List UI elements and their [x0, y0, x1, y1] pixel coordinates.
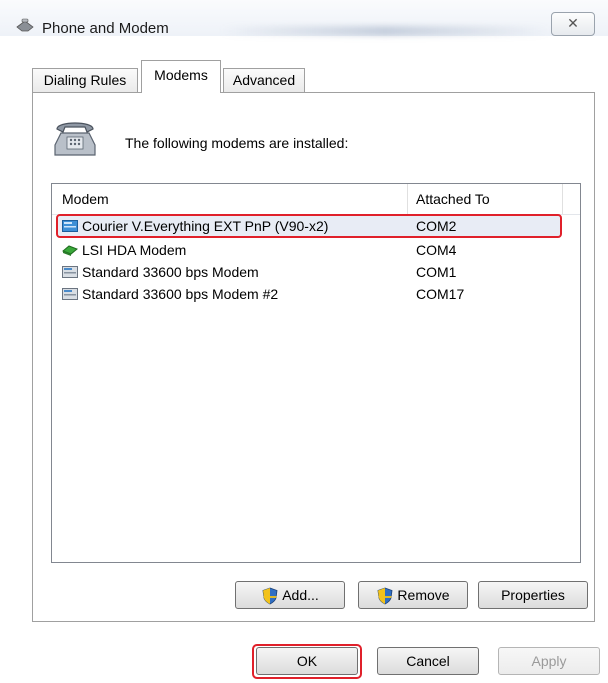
tab-advanced[interactable]: Advanced [223, 68, 305, 92]
ok-button-outline [252, 644, 362, 679]
modem-name: Standard 33600 bps Modem #2 [82, 286, 279, 302]
modem-icon [62, 266, 78, 278]
modem-port: COM4 [416, 242, 457, 258]
apply-button-label: Apply [531, 653, 567, 669]
telephone-icon [54, 122, 96, 156]
modem-card-icon [62, 245, 78, 256]
column-header-modem[interactable]: Modem [62, 184, 109, 214]
modem-row-lsi[interactable]: LSI HDA Modem COM4 [52, 239, 562, 261]
uac-shield-icon [377, 587, 393, 605]
apply-button[interactable]: Apply [498, 647, 600, 675]
list-header: Modem Attached To [52, 184, 580, 215]
title-bar-glass [220, 26, 550, 36]
modem-name: Standard 33600 bps Modem [82, 264, 259, 280]
phone-modem-app-icon [16, 18, 34, 32]
tab-modems[interactable]: Modems [141, 60, 221, 93]
modem-name: Courier V.Everything EXT PnP (V90-x2) [82, 218, 329, 234]
modem-row-standard-2[interactable]: Standard 33600 bps Modem #2 COM17 [52, 283, 562, 305]
close-button[interactable]: ✕ [551, 12, 595, 36]
tab-label: Advanced [232, 72, 296, 88]
modem-port: COM1 [416, 264, 457, 280]
column-divider[interactable] [562, 184, 563, 214]
title-bar: Phone and Modem ✕ [0, 0, 608, 37]
cancel-button-label: Cancel [406, 653, 450, 669]
properties-button-label: Properties [501, 587, 565, 603]
modem-icon [62, 288, 78, 300]
modem-port: COM17 [416, 286, 465, 302]
modem-row-standard[interactable]: Standard 33600 bps Modem COM1 [52, 261, 562, 283]
modems-tab-panel: The following modems are installed: Mode… [32, 92, 595, 622]
modem-port: COM2 [416, 218, 457, 234]
installed-modems-caption: The following modems are installed: [125, 135, 349, 151]
remove-button[interactable]: Remove [358, 581, 468, 609]
window-title: Phone and Modem [42, 20, 169, 37]
modem-row-courier[interactable]: Courier V.Everything EXT PnP (V90-x2) CO… [52, 215, 562, 237]
add-button[interactable]: Add... [235, 581, 345, 609]
tab-label: Dialing Rules [43, 72, 127, 88]
uac-shield-icon [262, 587, 278, 605]
tab-dialing-rules[interactable]: Dialing Rules [32, 68, 138, 92]
properties-button[interactable]: Properties [478, 581, 588, 609]
cancel-button[interactable]: Cancel [377, 647, 479, 675]
modem-name: LSI HDA Modem [82, 242, 187, 258]
modem-icon [62, 220, 78, 232]
modems-list[interactable]: Modem Attached To Courier V.Everything E… [51, 183, 581, 563]
tab-label: Modems [154, 67, 208, 83]
add-button-label: Add... [282, 587, 319, 603]
column-divider[interactable] [407, 184, 408, 214]
column-header-attached-to[interactable]: Attached To [416, 184, 490, 214]
remove-button-label: Remove [397, 587, 450, 603]
close-icon: ✕ [567, 15, 579, 31]
